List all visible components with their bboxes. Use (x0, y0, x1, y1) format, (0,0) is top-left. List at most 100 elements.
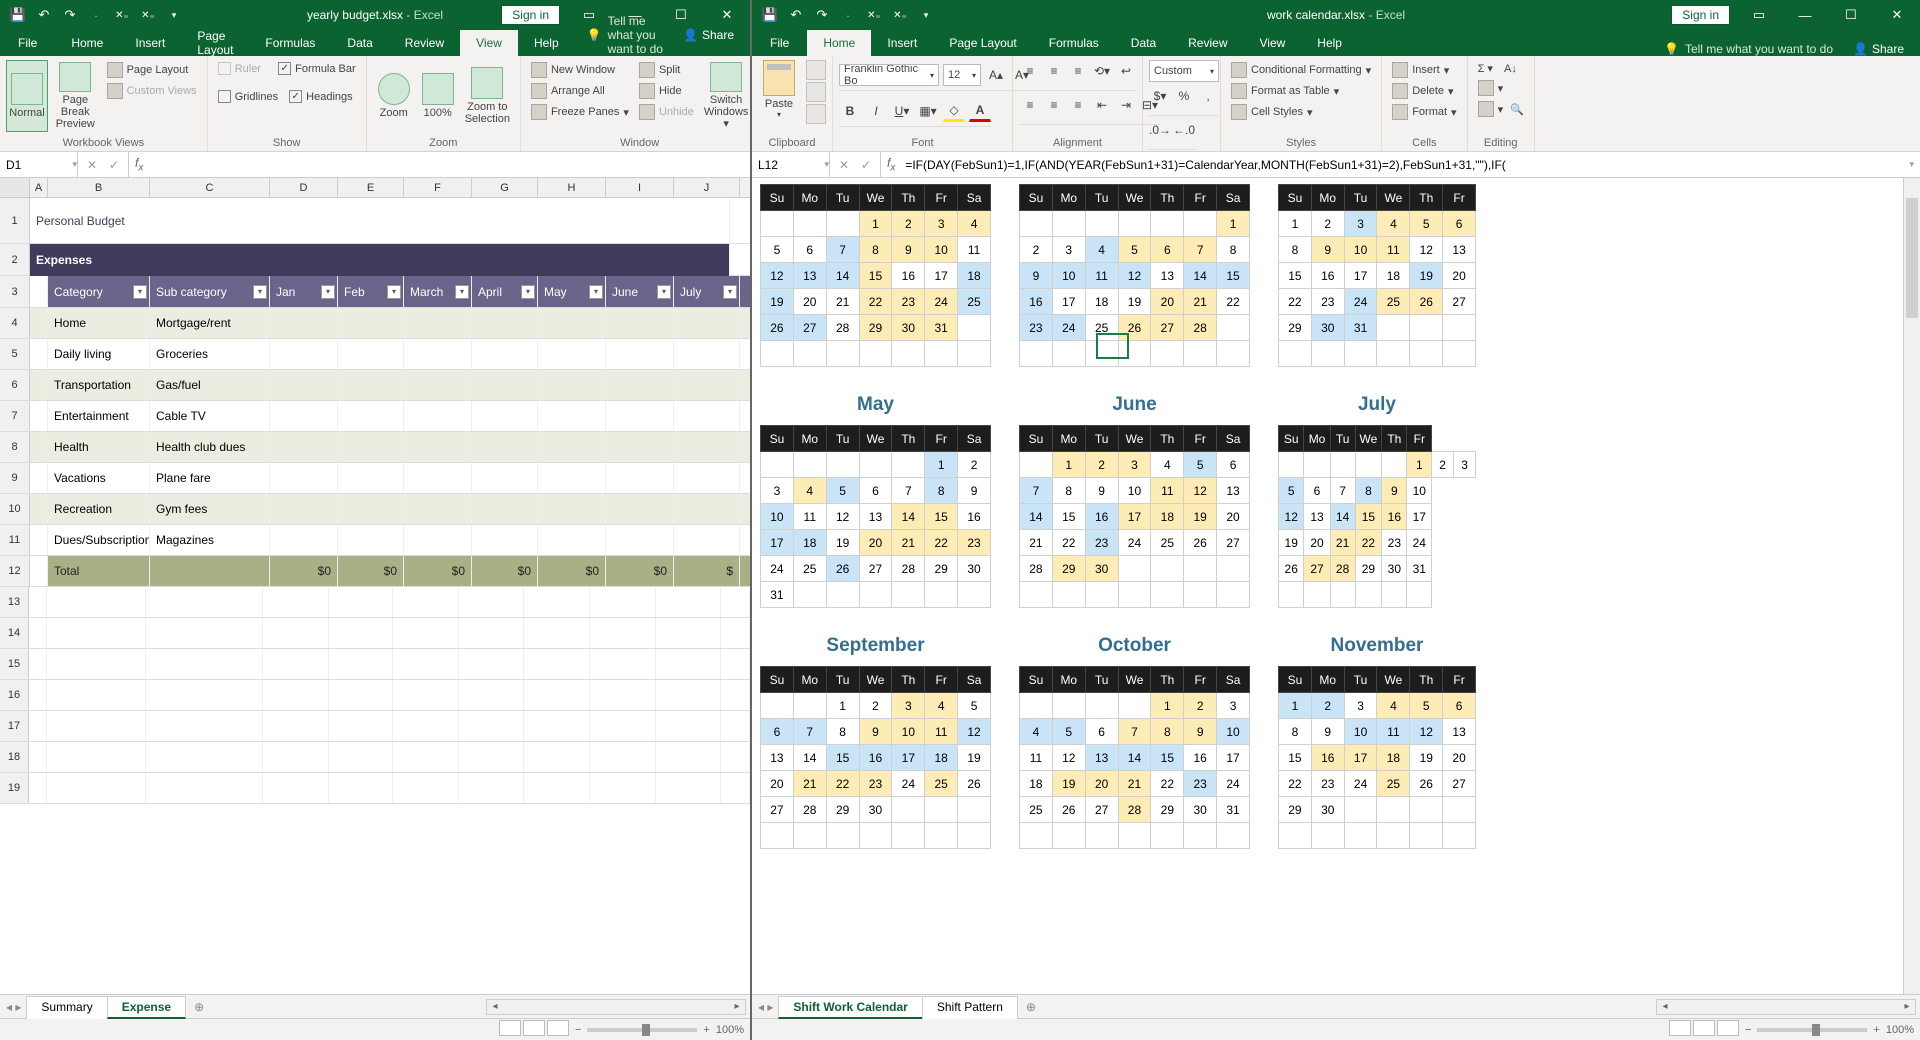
empty-cell[interactable] (524, 773, 590, 803)
empty-cell[interactable] (459, 618, 523, 648)
empty-cell[interactable] (329, 711, 393, 741)
calendar-day[interactable] (925, 582, 958, 608)
view-shortcuts[interactable] (497, 1020, 569, 1039)
calendar-day[interactable]: 14 (826, 263, 859, 289)
tab-file[interactable]: File (752, 30, 807, 56)
empty-cell[interactable] (721, 618, 750, 648)
data-cell[interactable]: Health club dues (150, 432, 270, 462)
calendar-day[interactable] (1330, 452, 1355, 478)
calendar-day[interactable] (859, 823, 892, 849)
data-cell[interactable]: Gas/fuel (150, 370, 270, 400)
calendar-day[interactable]: 16 (1311, 745, 1344, 771)
save-icon[interactable]: 💾 (6, 3, 30, 27)
calendar-day[interactable]: 19 (1118, 289, 1151, 315)
data-cell[interactable] (606, 308, 674, 338)
row-header-4[interactable]: 4 (0, 308, 30, 338)
empty-cell[interactable] (263, 773, 329, 803)
column-header-jan[interactable]: Jan▾ (270, 276, 338, 307)
calendar-day[interactable]: 13 (1217, 478, 1250, 504)
calendar-day[interactable] (1020, 582, 1053, 608)
ruler-checkbox[interactable] (218, 62, 231, 75)
redo-icon[interactable]: ↷ (58, 3, 82, 27)
empty-cell[interactable] (721, 711, 750, 741)
column-header-march[interactable]: March▾ (404, 276, 472, 307)
calendar-day[interactable]: 5 (826, 478, 859, 504)
align-middle-icon[interactable]: ≡ (1043, 60, 1065, 82)
calendar-day[interactable]: 13 (761, 745, 794, 771)
total-cell[interactable]: $0 (404, 556, 472, 586)
calendar-day[interactable] (892, 341, 925, 367)
tell-me-search[interactable]: 💡Tell me what you want to do (1652, 42, 1845, 56)
increase-decimal-icon[interactable]: .0→ (1149, 119, 1171, 141)
calendar-day[interactable] (1407, 582, 1432, 608)
calendar-day[interactable]: 15 (1151, 745, 1184, 771)
calendar-day[interactable]: 17 (1407, 504, 1432, 530)
page-break-preview-button[interactable]: Page Break Preview (50, 60, 101, 132)
calendar-day[interactable] (925, 823, 958, 849)
zoom-slider[interactable] (1757, 1028, 1867, 1032)
calendar-day[interactable]: 28 (892, 556, 925, 582)
calendar-day[interactable]: 27 (1443, 289, 1476, 315)
calendar-day[interactable]: 30 (1311, 315, 1344, 341)
calendar-day[interactable] (1184, 556, 1217, 582)
calendar-day[interactable]: 25 (1085, 315, 1118, 341)
calendar-day[interactable]: 27 (793, 315, 826, 341)
empty-cell[interactable] (459, 773, 523, 803)
calendar-day[interactable]: 6 (1085, 719, 1118, 745)
row-header-7[interactable]: 7 (0, 401, 30, 431)
number-format-combo[interactable]: Custom▾ (1149, 60, 1219, 82)
comma-format-icon[interactable]: , (1197, 85, 1219, 107)
col-header-A[interactable]: A (30, 178, 48, 197)
empty-cell[interactable] (393, 773, 459, 803)
tab-home[interactable]: Home (807, 30, 871, 56)
calendar-day[interactable] (1355, 452, 1382, 478)
delete-cells-button[interactable]: Delete ▾ (1388, 81, 1460, 101)
calendar-day[interactable]: 15 (1279, 745, 1312, 771)
data-cell[interactable] (606, 432, 674, 462)
calendar-day[interactable]: 30 (859, 797, 892, 823)
calendar-day[interactable]: 20 (761, 771, 794, 797)
empty-cell[interactable] (47, 618, 146, 648)
calendar-day[interactable]: 25 (958, 289, 991, 315)
data-cell[interactable] (404, 525, 472, 555)
calendar-day[interactable]: 4 (925, 693, 958, 719)
calendar-day[interactable]: 23 (1184, 771, 1217, 797)
data-cell[interactable] (338, 432, 404, 462)
name-box[interactable]: D1▾ (0, 152, 78, 177)
data-cell[interactable] (606, 463, 674, 493)
align-center-icon[interactable]: ≡ (1043, 94, 1065, 116)
calendar-day[interactable]: 23 (1085, 530, 1118, 556)
calendar-day[interactable] (761, 211, 794, 237)
zoom-in-button[interactable]: + (1873, 1024, 1879, 1036)
calendar-day[interactable]: 2 (1184, 693, 1217, 719)
calendar-day[interactable] (1311, 341, 1344, 367)
calendar-day[interactable]: 16 (892, 263, 925, 289)
calendar-day[interactable]: 12 (1279, 504, 1304, 530)
calendar-day[interactable]: 28 (1184, 315, 1217, 341)
empty-cell[interactable] (524, 711, 590, 741)
calendar-day[interactable]: 2 (1432, 452, 1454, 478)
calendar-day[interactable] (1052, 693, 1085, 719)
tab-formulas[interactable]: Formulas (249, 30, 331, 56)
calendar-day[interactable]: 30 (1382, 556, 1407, 582)
percent-format-icon[interactable]: % (1173, 85, 1195, 107)
data-cell[interactable] (674, 308, 740, 338)
sheet-nav[interactable]: ◂ ▸ (0, 1000, 27, 1014)
empty-cell[interactable] (329, 587, 393, 617)
total-cell[interactable]: Total (48, 556, 150, 586)
calendar-day[interactable]: 14 (1020, 504, 1053, 530)
total-cell[interactable] (150, 556, 270, 586)
calendar-day[interactable]: 2 (1311, 211, 1344, 237)
calendar-day[interactable]: 5 (1118, 237, 1151, 263)
calendar-day[interactable]: 6 (793, 237, 826, 263)
page-layout-button[interactable]: Page Layout (103, 60, 201, 80)
data-cell[interactable] (538, 308, 606, 338)
switch-windows-button[interactable]: Switch Windows ▾ (700, 60, 753, 132)
calendar-day[interactable]: 30 (958, 556, 991, 582)
row-header-10[interactable]: 10 (0, 494, 30, 524)
calendar-day[interactable] (1151, 556, 1184, 582)
calendar-day[interactable]: 12 (1410, 237, 1443, 263)
calendar-day[interactable]: 24 (925, 289, 958, 315)
calendar-day[interactable]: 1 (1407, 452, 1432, 478)
calendar-day[interactable]: 29 (826, 797, 859, 823)
